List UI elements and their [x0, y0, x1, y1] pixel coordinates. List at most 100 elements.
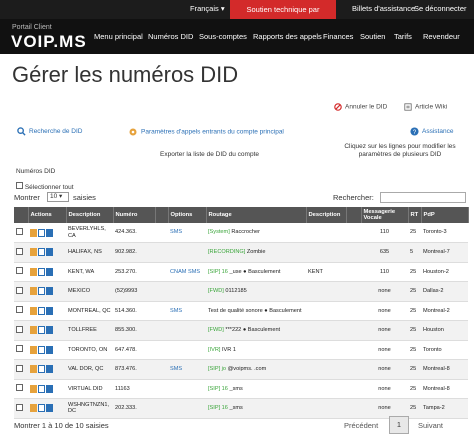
- document-icon[interactable]: [38, 384, 45, 393]
- row-checkbox[interactable]: [16, 306, 23, 313]
- row-options[interactable]: [168, 242, 206, 263]
- row-checkbox[interactable]: [16, 345, 23, 352]
- row-checkbox-cell[interactable]: [14, 359, 28, 380]
- document-icon[interactable]: [38, 248, 45, 257]
- pagination-next[interactable]: Suivant: [418, 421, 443, 430]
- stats-icon[interactable]: [46, 384, 53, 393]
- search-did-link[interactable]: Recherche de DID: [17, 127, 82, 136]
- col-header-options[interactable]: Options: [168, 207, 207, 223]
- table-row[interactable]: TOLLFREE 855.300. [FWD] ***222 ● Basculeme…: [14, 320, 468, 341]
- col-header-voicemail[interactable]: Messagerie Vocale: [361, 207, 409, 223]
- row-options[interactable]: [168, 320, 206, 341]
- edit-icon[interactable]: [30, 228, 37, 237]
- row-checkbox[interactable]: [16, 247, 23, 255]
- document-icon[interactable]: [38, 326, 45, 335]
- edit-icon[interactable]: [30, 267, 37, 276]
- row-checkbox-cell[interactable]: [14, 242, 28, 263]
- assistance-link[interactable]: ? Assistance: [410, 127, 453, 136]
- table-row[interactable]: VAL DOR, QC 873.476. SMS [SIP] jo @voipms. …: [14, 359, 468, 380]
- row-options[interactable]: SMS: [168, 223, 206, 243]
- document-icon[interactable]: [38, 365, 45, 374]
- support-tickets-link[interactable]: Billets d'assistance: [352, 4, 415, 13]
- row-checkbox[interactable]: [16, 325, 23, 333]
- col-header-pop[interactable]: PdP: [421, 207, 469, 223]
- col-header-number[interactable]: Numéro: [113, 207, 156, 223]
- col-header-description[interactable]: Description: [66, 207, 114, 223]
- row-checkbox[interactable]: [16, 286, 23, 294]
- col-header-routing[interactable]: Routage: [206, 207, 307, 223]
- nav-rapports-appels[interactable]: Rapports des appels: [253, 32, 322, 41]
- table-row[interactable]: KENT, WA 253.270. CNAM SMS [SIP] 16 _use ● …: [14, 262, 468, 282]
- stats-icon[interactable]: [46, 267, 53, 276]
- row-options[interactable]: [168, 281, 206, 302]
- row-checkbox-cell[interactable]: [14, 262, 28, 282]
- stats-icon[interactable]: [46, 306, 53, 315]
- stats-icon[interactable]: [46, 345, 53, 354]
- row-checkbox-cell[interactable]: [14, 379, 28, 399]
- row-checkbox-cell[interactable]: [14, 223, 28, 243]
- logout-link[interactable]: Se déconnecter: [414, 4, 467, 13]
- document-icon[interactable]: [38, 287, 45, 296]
- stats-icon[interactable]: [46, 248, 53, 257]
- export-did-link[interactable]: Exporter la liste de DID du compte: [160, 151, 259, 158]
- document-icon[interactable]: [38, 345, 45, 354]
- row-checkbox-cell[interactable]: [14, 398, 28, 419]
- nav-menu-principal[interactable]: Menu principal: [94, 32, 143, 41]
- col-header-description2[interactable]: Description: [306, 207, 347, 223]
- document-icon[interactable]: [38, 404, 45, 413]
- edit-icon[interactable]: [30, 287, 37, 296]
- row-options[interactable]: [168, 398, 206, 419]
- language-select[interactable]: Français ▾: [190, 4, 225, 13]
- table-row[interactable]: MONTREAL, QC 514.360. SMS Test de qualité …: [14, 301, 468, 321]
- incoming-settings-link[interactable]: Paramètres d'appels entrants du compte p…: [128, 127, 284, 137]
- nav-sous-comptes[interactable]: Sous-comptes: [199, 32, 247, 41]
- edit-icon[interactable]: [30, 306, 37, 315]
- stats-icon[interactable]: [46, 404, 53, 413]
- edit-icon[interactable]: [30, 404, 37, 413]
- row-checkbox[interactable]: [16, 364, 23, 372]
- row-options[interactable]: [168, 340, 206, 360]
- row-checkbox[interactable]: [16, 267, 23, 274]
- stats-icon[interactable]: [46, 365, 53, 374]
- nav-finances[interactable]: Finances: [323, 32, 353, 41]
- table-row[interactable]: MEXICO (52)9993 [FWD] 0112185 none 25 Dallas-…: [14, 281, 468, 302]
- document-icon[interactable]: [38, 267, 45, 276]
- col-header-rt[interactable]: RT: [408, 207, 422, 223]
- stats-icon[interactable]: [46, 326, 53, 335]
- row-options[interactable]: SMS: [168, 301, 206, 321]
- stats-icon[interactable]: [46, 228, 53, 237]
- select-all-checkbox[interactable]: [16, 182, 23, 189]
- stats-icon[interactable]: [46, 287, 53, 296]
- search-input[interactable]: [380, 192, 466, 203]
- table-row[interactable]: VIRTUAL DID 11163 [SIP] 16 _sms none 25 Montr…: [14, 379, 468, 399]
- row-checkbox[interactable]: [16, 227, 23, 235]
- pagination-previous[interactable]: Précédent: [344, 421, 378, 430]
- select-all[interactable]: Sélectionner tout: [16, 182, 74, 191]
- edit-icon[interactable]: [30, 365, 37, 374]
- row-options[interactable]: SMS: [168, 359, 206, 380]
- nav-revendeur[interactable]: Revendeur: [423, 32, 460, 41]
- nav-tarifs[interactable]: Tarifs: [394, 32, 412, 41]
- row-checkbox-cell[interactable]: [14, 340, 28, 360]
- edit-icon[interactable]: [30, 248, 37, 257]
- wiki-link[interactable]: Article Wiki: [404, 103, 447, 111]
- row-checkbox-cell[interactable]: [14, 320, 28, 341]
- row-options[interactable]: [168, 379, 206, 399]
- nav-soutien[interactable]: Soutien: [360, 32, 385, 41]
- row-checkbox-cell[interactable]: [14, 301, 28, 321]
- cancel-did-link[interactable]: Annuler le DID: [334, 103, 387, 111]
- edit-icon[interactable]: [30, 326, 37, 335]
- row-checkbox[interactable]: [16, 384, 23, 391]
- document-icon[interactable]: [38, 228, 45, 237]
- table-row[interactable]: TORONTO, ON 647.478. [IVR] IVR 1 none 25 Toro…: [14, 340, 468, 360]
- row-checkbox[interactable]: [16, 403, 23, 411]
- edit-icon[interactable]: [30, 345, 37, 354]
- support-chat-button[interactable]: Soutien technique par clavardage: [230, 0, 336, 33]
- pagination-page[interactable]: 1: [389, 416, 409, 434]
- edit-icon[interactable]: [30, 384, 37, 393]
- table-row[interactable]: HALIFAX, NS 902.982. [RECORDING] Zombie 635…: [14, 242, 468, 263]
- table-row[interactable]: BEVERLYHLS, CA 424.363. SMS [System] Raccro…: [14, 223, 468, 243]
- entries-per-page-select[interactable]: 10 ▾: [47, 192, 69, 202]
- logo[interactable]: VOIP.MS: [11, 32, 87, 52]
- row-checkbox-cell[interactable]: [14, 281, 28, 302]
